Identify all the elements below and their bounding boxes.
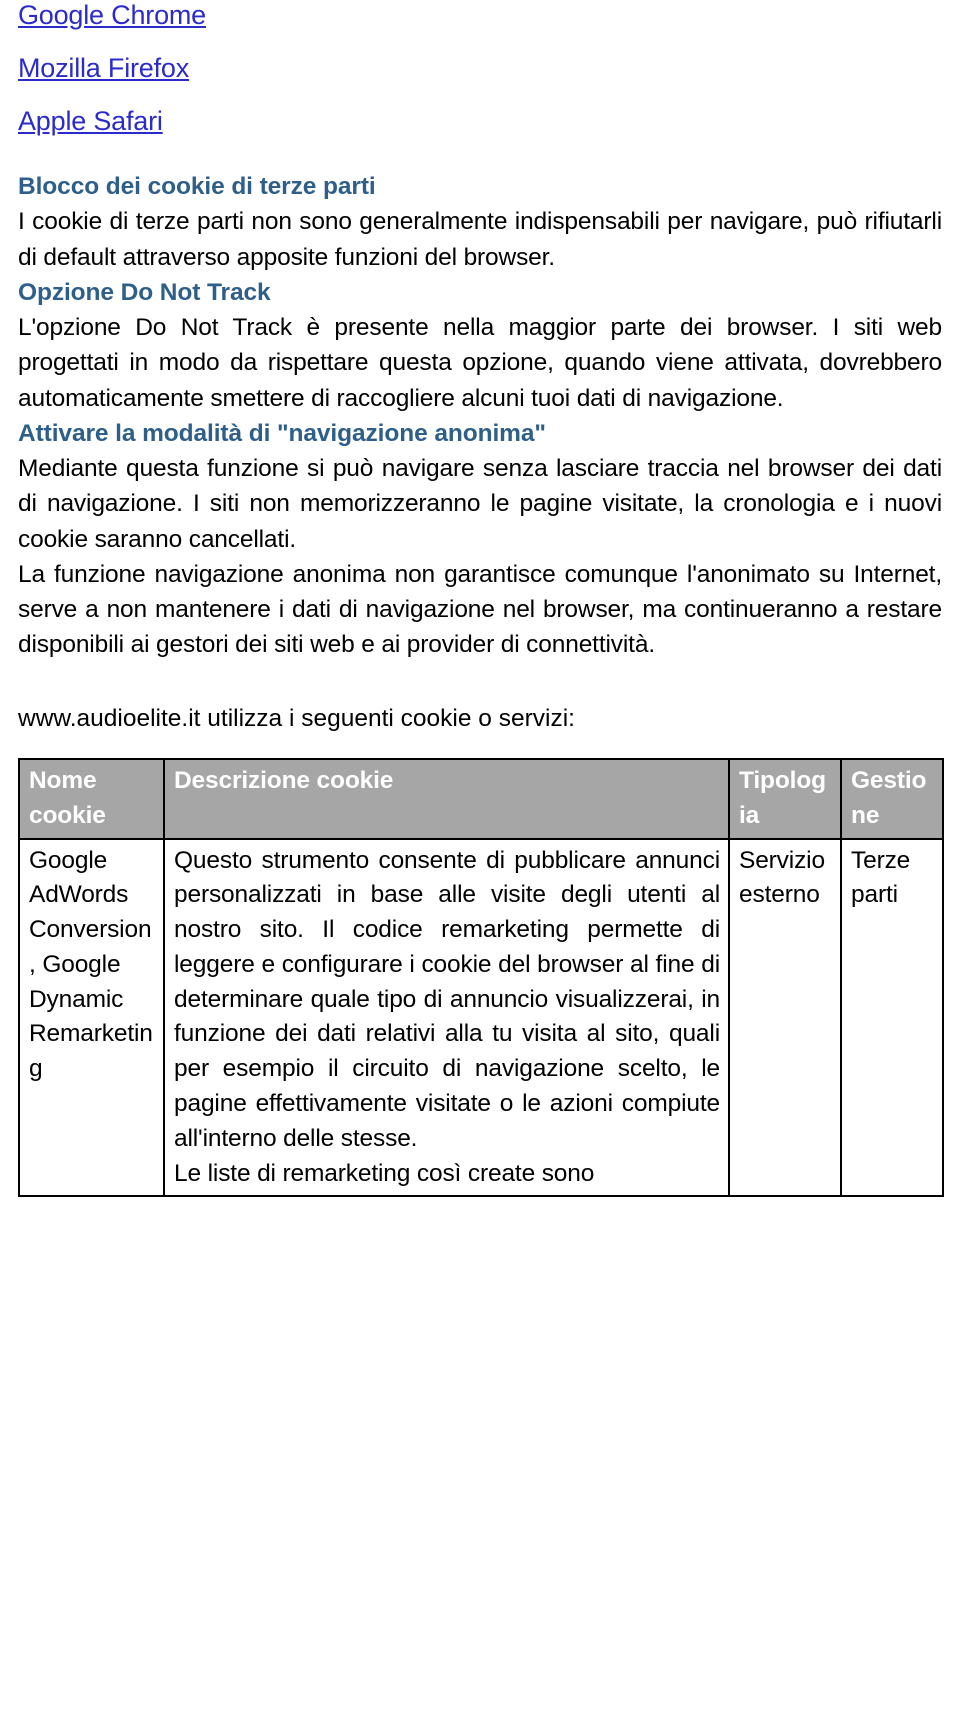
heading-navigazione-anonima: Attivare la modalità di "navigazione ano… bbox=[18, 419, 546, 447]
table-header-descrizione-cookie: Descrizione cookie bbox=[163, 757, 730, 840]
cell-descrizione-paragraph-1: Questo strumento consente di pubblicare … bbox=[174, 846, 720, 1152]
cell-descrizione-cookie: Questo strumento consente di pubblicare … bbox=[163, 837, 730, 1198]
link-row-chrome: Google Chrome bbox=[18, 2, 942, 29]
spacer-before-intro bbox=[18, 663, 942, 701]
link-mozilla-firefox[interactable]: Mozilla Firefox bbox=[18, 53, 189, 83]
link-row-safari: Apple Safari bbox=[18, 108, 942, 135]
paragraph-closing: La funzione navigazione anonima non gara… bbox=[18, 560, 942, 659]
document-page: Google Chrome Mozilla Firefox Apple Safa… bbox=[0, 0, 960, 1719]
table-intro-text: www.audioelite.it utilizza i seguenti co… bbox=[18, 704, 575, 732]
paragraph-blocco-cookie-terze-parti: I cookie di terze parti non sono general… bbox=[18, 208, 942, 271]
link-row-firefox: Mozilla Firefox bbox=[18, 55, 942, 82]
paragraph-opzione-do-not-track: L'opzione Do Not Track è presente nella … bbox=[18, 314, 942, 412]
cookie-table: Nome cookie Descrizione cookie Tipologia… bbox=[18, 757, 944, 1198]
page-break-clip bbox=[0, 1319, 960, 1719]
cell-nome-cookie: Google AdWords Conversion, Google Dynami… bbox=[18, 837, 165, 1198]
heading-opzione-do-not-track: Opzione Do Not Track bbox=[18, 278, 271, 306]
cell-tipologia: Servizio esterno bbox=[728, 837, 842, 1198]
link-google-chrome[interactable]: Google Chrome bbox=[18, 0, 206, 30]
heading-blocco-cookie-terze-parti: Blocco dei cookie di terze parti bbox=[18, 173, 376, 200]
table-header-nome-cookie: Nome cookie bbox=[18, 757, 165, 840]
spacer-before-table bbox=[18, 736, 942, 758]
table-header-tipologia: Tipologia bbox=[728, 757, 842, 840]
table-header-gestione: Gestione bbox=[840, 757, 944, 840]
body-content: Blocco dei cookie di terze parti I cooki… bbox=[18, 169, 942, 758]
browser-links-list: Google Chrome Mozilla Firefox Apple Safa… bbox=[18, 0, 942, 135]
paragraph-navigazione-anonima: Mediante questa funzione si può navigare… bbox=[18, 455, 942, 553]
cell-gestione: Terze parti bbox=[840, 837, 944, 1198]
table-header-row: Nome cookie Descrizione cookie Tipologia… bbox=[18, 757, 944, 840]
table-row: Google AdWords Conversion, Google Dynami… bbox=[18, 837, 944, 1198]
cell-descrizione-paragraph-2: Le liste di remarketing così create sono bbox=[174, 1159, 595, 1187]
link-apple-safari[interactable]: Apple Safari bbox=[18, 106, 163, 136]
